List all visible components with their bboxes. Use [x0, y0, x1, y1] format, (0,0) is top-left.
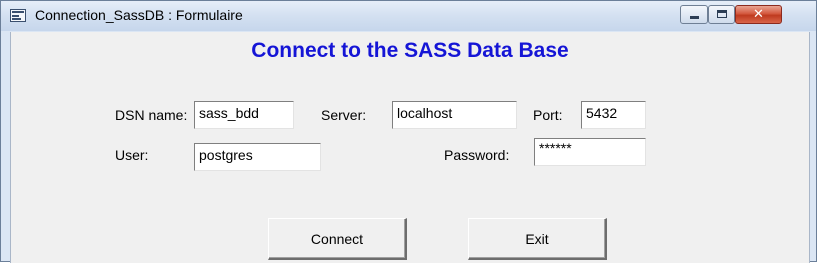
- password-field[interactable]: ******: [534, 138, 646, 166]
- password-label: Password:: [444, 147, 510, 163]
- maximize-button[interactable]: [708, 5, 735, 24]
- connection-form: Connect to the SASS Data Base DSN name: …: [10, 32, 810, 263]
- port-field[interactable]: 5432: [581, 101, 646, 129]
- dsn-name-label: DSN name:: [115, 107, 188, 123]
- connect-button[interactable]: Connect: [268, 218, 407, 260]
- title-bar[interactable]: Connection_SassDB : Formulaire ✕: [1, 1, 816, 31]
- server-label: Server:: [321, 107, 367, 123]
- window-title: Connection_SassDB : Formulaire: [35, 7, 243, 23]
- minimize-icon: [690, 16, 699, 19]
- server-field[interactable]: localhost: [392, 101, 517, 129]
- port-label: Port:: [533, 107, 563, 123]
- close-icon: ✕: [753, 7, 764, 22]
- close-button[interactable]: ✕: [735, 5, 782, 24]
- app-window: Connection_SassDB : Formulaire ✕ Connect…: [0, 0, 817, 263]
- dsn-name-field[interactable]: sass_bdd: [194, 101, 294, 129]
- exit-button[interactable]: Exit: [468, 218, 607, 260]
- maximize-icon: [717, 10, 727, 18]
- user-label: User:: [115, 147, 149, 163]
- form-icon[interactable]: [10, 9, 26, 22]
- form-heading: Connect to the SASS Data Base: [251, 39, 569, 62]
- user-field[interactable]: postgres: [194, 143, 321, 171]
- minimize-button[interactable]: [680, 5, 708, 24]
